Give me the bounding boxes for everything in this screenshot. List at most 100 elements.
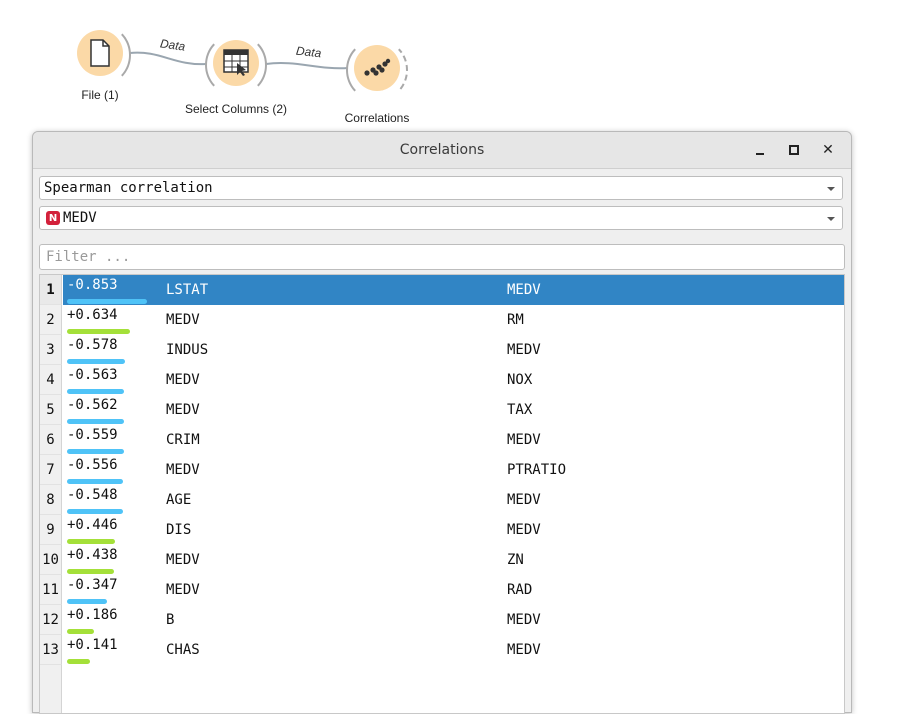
row-body[interactable]: -0.563 MEDV NOX (63, 365, 844, 395)
node-file-label: File (1) (81, 88, 119, 102)
row-body[interactable]: -0.559 CRIM MEDV (63, 425, 844, 455)
row-body[interactable]: -0.578 INDUS MEDV (63, 335, 844, 365)
row-index[interactable]: 3 (40, 335, 62, 365)
correlation-value: +0.141 (67, 637, 118, 653)
row-index[interactable]: 6 (40, 425, 62, 455)
node-select-columns-circle[interactable] (205, 35, 267, 95)
node-output-arc (75, 25, 131, 85)
node-select-columns[interactable]: Select Columns (2) (166, 35, 306, 116)
row-index[interactable]: 9 (40, 515, 62, 545)
correlation-bar (67, 569, 114, 574)
table-row[interactable]: 2 +0.634 MEDV RM (40, 305, 844, 335)
row-index[interactable]: 11 (40, 575, 62, 605)
correlation-value: -0.347 (67, 577, 118, 593)
feature-2: MEDV (507, 642, 541, 658)
correlation-bar (67, 629, 94, 634)
minimize-button[interactable] (743, 132, 777, 168)
node-correlations-circle[interactable] (346, 40, 408, 100)
row-body[interactable]: -0.853 LSTAT MEDV (63, 275, 844, 305)
correlation-value: -0.563 (67, 367, 118, 383)
row-body[interactable]: -0.556 MEDV PTRATIO (63, 455, 844, 485)
row-body[interactable]: +0.186 B MEDV (63, 605, 844, 635)
minimize-icon (756, 153, 764, 155)
window-controls: ✕ (743, 132, 845, 168)
correlation-bar (67, 599, 107, 604)
correlation-value: -0.559 (67, 427, 118, 443)
row-body[interactable]: -0.562 MEDV TAX (63, 395, 844, 425)
feature-2: PTRATIO (507, 462, 567, 478)
correlation-bar (67, 479, 123, 484)
feature-2: MEDV (507, 432, 541, 448)
feature-1: MEDV (166, 312, 200, 328)
window-title: Correlations (399, 142, 485, 158)
correlations-window: Correlations ✕ Spearman correlation N ME… (32, 131, 852, 714)
correlation-method-select[interactable]: Spearman correlation (39, 176, 843, 200)
table-row[interactable]: 9 +0.446 DIS MEDV (40, 515, 844, 545)
row-body[interactable]: -0.548 AGE MEDV (63, 485, 844, 515)
feature-2: MEDV (507, 342, 541, 358)
correlation-bar (67, 359, 125, 364)
correlation-bar (67, 419, 124, 424)
numeric-variable-icon: N (46, 211, 60, 225)
row-index[interactable]: 7 (40, 455, 62, 485)
feature-2: RAD (507, 582, 533, 598)
feature-2: RM (507, 312, 524, 328)
node-output-arc (352, 40, 408, 100)
feature-2: MEDV (507, 282, 541, 298)
node-file[interactable]: File (1) (30, 25, 170, 102)
row-body[interactable]: +0.634 MEDV RM (63, 305, 844, 335)
close-button[interactable]: ✕ (811, 132, 845, 168)
row-body[interactable]: +0.141 CHAS MEDV (63, 635, 844, 665)
correlation-bar (67, 449, 124, 454)
feature-2: MEDV (507, 612, 541, 628)
table-row[interactable]: 5 -0.562 MEDV TAX (40, 395, 844, 425)
table-row[interactable]: 4 -0.563 MEDV NOX (40, 365, 844, 395)
row-body[interactable]: -0.347 MEDV RAD (63, 575, 844, 605)
table-row[interactable]: 6 -0.559 CRIM MEDV (40, 425, 844, 455)
filter-input[interactable] (39, 244, 845, 270)
table-row[interactable]: 1 -0.853 LSTAT MEDV (40, 275, 844, 305)
table-row[interactable]: 11 -0.347 MEDV RAD (40, 575, 844, 605)
node-correlations-label: Correlations (344, 111, 410, 125)
correlation-value: -0.562 (67, 397, 118, 413)
row-index[interactable]: 5 (40, 395, 62, 425)
row-index[interactable]: 4 (40, 365, 62, 395)
table-row[interactable]: 13 +0.141 CHAS MEDV (40, 635, 844, 665)
correlation-value: -0.853 (67, 277, 118, 293)
feature-1: MEDV (166, 372, 200, 388)
feature-1: CHAS (166, 642, 200, 658)
feature-2: NOX (507, 372, 533, 388)
feature-2: ZN (507, 552, 524, 568)
table-row[interactable]: 12 +0.186 B MEDV (40, 605, 844, 635)
table-row[interactable]: 7 -0.556 MEDV PTRATIO (40, 455, 844, 485)
row-index[interactable]: 13 (40, 635, 62, 665)
correlation-bar (67, 329, 130, 334)
chevron-down-icon (827, 217, 835, 221)
correlation-value: -0.578 (67, 337, 118, 353)
node-file-circle[interactable] (77, 25, 131, 85)
row-index[interactable]: 1 (40, 275, 62, 305)
window-titlebar[interactable]: Correlations ✕ (33, 132, 851, 169)
row-body[interactable]: +0.438 MEDV ZN (63, 545, 844, 575)
correlation-value: -0.556 (67, 457, 118, 473)
table-row[interactable]: 8 -0.548 AGE MEDV (40, 485, 844, 515)
node-select-columns-label: Select Columns (2) (184, 102, 288, 116)
chevron-down-icon (827, 187, 835, 191)
table-row[interactable]: 3 -0.578 INDUS MEDV (40, 335, 844, 365)
maximize-button[interactable] (777, 132, 811, 168)
feature-1: MEDV (166, 402, 200, 418)
correlation-method-value: Spearman correlation (44, 180, 213, 196)
row-index[interactable]: 12 (40, 605, 62, 635)
node-correlations[interactable]: Correlations (307, 40, 447, 125)
row-index[interactable]: 10 (40, 545, 62, 575)
row-body[interactable]: +0.446 DIS MEDV (63, 515, 844, 545)
correlation-value: +0.438 (67, 547, 118, 563)
correlation-table[interactable]: 1 -0.853 LSTAT MEDV 2 +0.634 MEDV RM 3 -0.578 INDU… (39, 274, 845, 714)
row-index[interactable]: 2 (40, 305, 62, 335)
correlation-bar (67, 659, 90, 664)
correlation-value: -0.548 (67, 487, 118, 503)
feature-1: INDUS (166, 342, 209, 358)
table-row[interactable]: 10 +0.438 MEDV ZN (40, 545, 844, 575)
row-index[interactable]: 8 (40, 485, 62, 515)
target-feature-select[interactable]: N MEDV (39, 206, 843, 230)
